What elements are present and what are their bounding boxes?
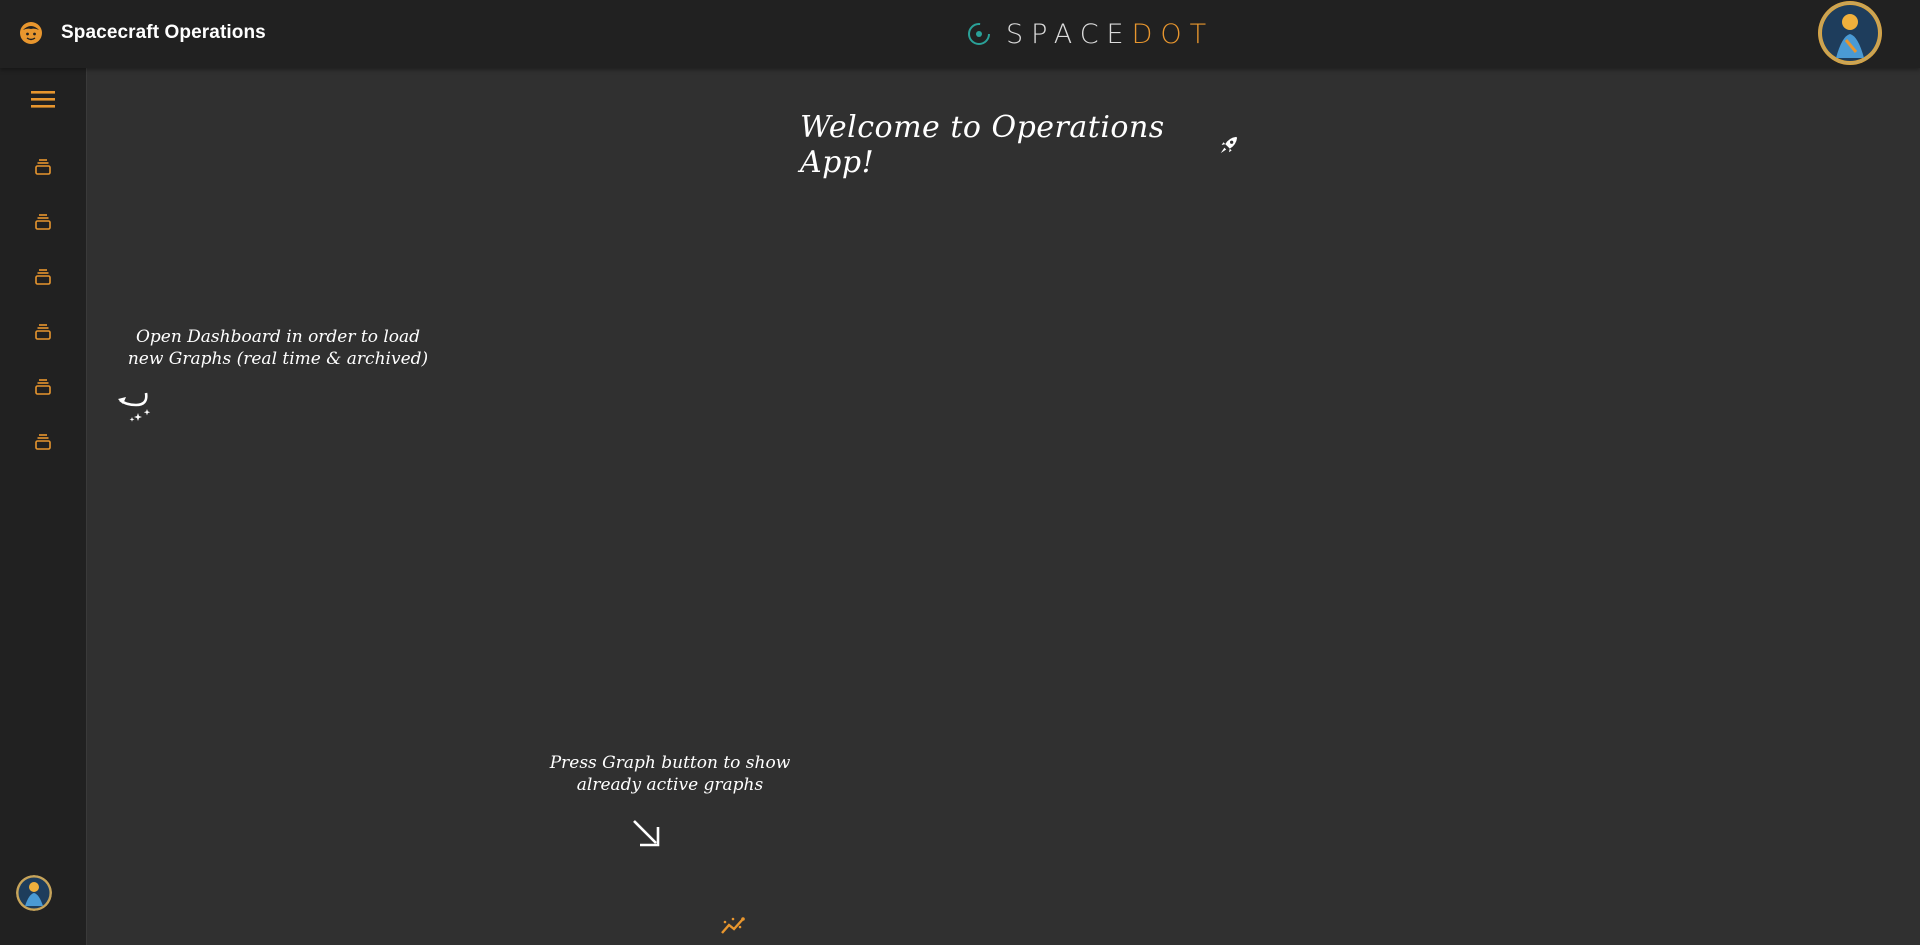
brand-space-text: SPACE — [1006, 18, 1132, 50]
orbit-icon — [968, 23, 990, 45]
user-avatar[interactable] — [16, 875, 52, 911]
hamburger-menu-icon[interactable] — [26, 82, 60, 116]
arrow-down-right-icon — [630, 817, 664, 856]
graph-icon — [721, 917, 745, 934]
mission-patch-avatar[interactable] — [1816, 0, 1884, 66]
welcome-text: Welcome to Operations App! — [800, 110, 1165, 180]
sidebar-item-dashboard-6[interactable] — [26, 425, 60, 459]
graph-hint: Press Graph button to show already activ… — [520, 752, 820, 796]
sidebar-item-dashboard-2[interactable] — [26, 205, 60, 239]
dashboard-stack-icon — [35, 159, 51, 175]
dashboard-stack-icon — [35, 324, 51, 340]
dashboard-hint-line1: Open Dashboard in order to load — [135, 327, 421, 347]
dashboard-stack-icon — [35, 214, 51, 230]
curved-arrow-icon — [116, 389, 156, 428]
rocket-icon — [1220, 136, 1238, 154]
top-app-bar: Spacecraft Operations SPACEDOT — [0, 0, 1920, 68]
sidebar-item-dashboard-4[interactable] — [26, 315, 60, 349]
graph-hint-line2: already active graphs — [576, 775, 764, 795]
dashboard-hint: Open Dashboard in order to load new Grap… — [108, 326, 448, 370]
sidebar-item-dashboard-3[interactable] — [26, 260, 60, 294]
app-title: Spacecraft Operations — [61, 22, 266, 43]
sidebar-item-dashboard-5[interactable] — [26, 370, 60, 404]
dashboard-stack-icon — [35, 269, 51, 285]
dashboard-stack-icon — [35, 434, 51, 450]
graph-button[interactable] — [718, 912, 748, 938]
dashboard-hint-line2: new Graphs (real time & archived) — [127, 349, 429, 369]
dashboard-stack-icon — [35, 379, 51, 395]
sidebar-item-dashboard-1[interactable] — [26, 150, 60, 184]
side-nav — [0, 68, 87, 945]
welcome-heading: Welcome to Operations App! — [800, 110, 1240, 180]
brand-logo: SPACEDOT — [966, 14, 1214, 54]
face-icon[interactable] — [18, 20, 44, 46]
graph-hint-line1: Press Graph button to show — [549, 753, 791, 773]
brand-dot-text: DOT — [1131, 18, 1215, 50]
